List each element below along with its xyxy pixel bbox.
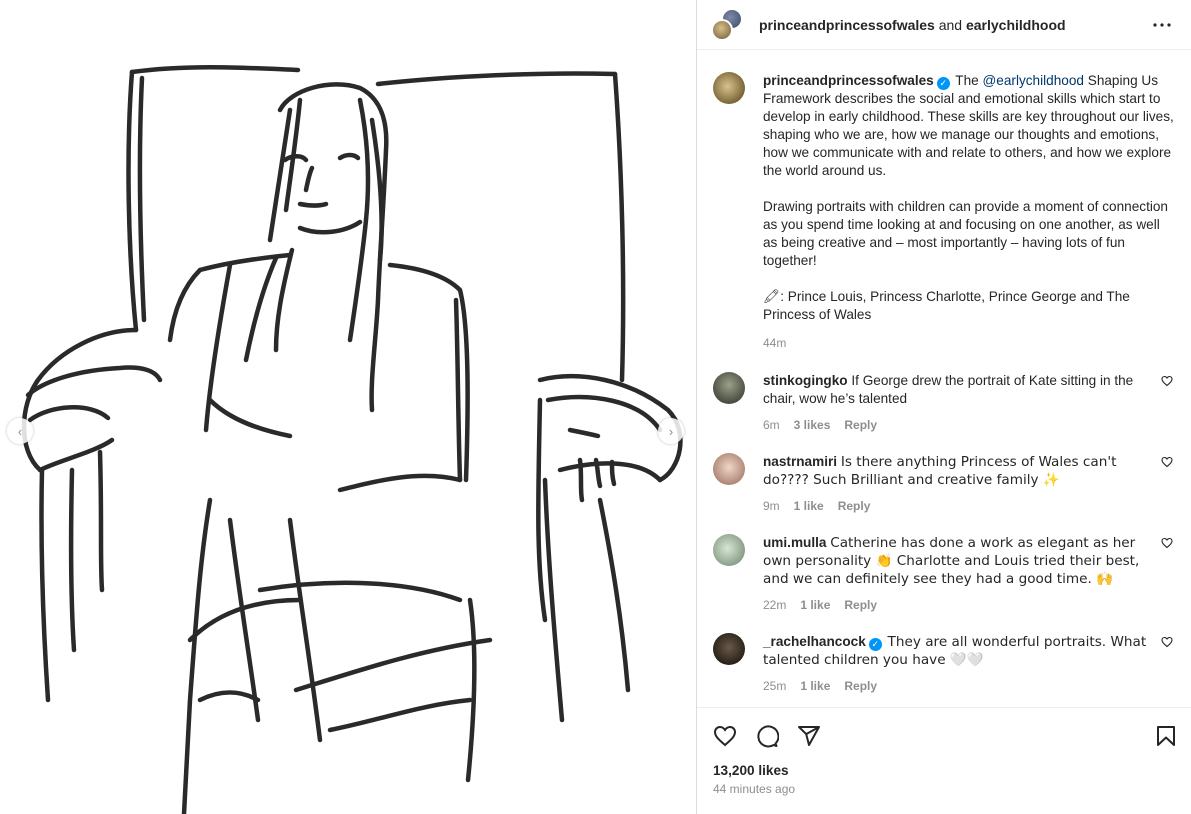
heart-icon [1161, 375, 1173, 387]
avatar[interactable] [713, 633, 745, 665]
chevron-right-icon: › [668, 423, 674, 439]
caption-paragraph-1: Shaping Us Framework describes the socia… [763, 73, 1174, 178]
comment-username[interactable]: umi.mulla [763, 535, 826, 550]
comment-time[interactable]: 9m [763, 497, 780, 515]
more-options-button[interactable] [1149, 12, 1175, 38]
comments-scroll-area[interactable]: princeandprincessofwales ✓ The @earlychil… [697, 50, 1191, 707]
verified-badge-icon: ✓ [936, 77, 950, 90]
reply-button[interactable]: Reply [838, 497, 871, 515]
comment-time[interactable]: 6m [763, 416, 780, 434]
post-media: ‹ › [0, 0, 696, 814]
avatar[interactable] [713, 372, 745, 404]
caption-paragraph-2: Drawing portraits with children can prov… [763, 199, 1168, 268]
avatar [711, 18, 733, 41]
caption-lead: The [955, 73, 979, 88]
comment-item: _rachelhancock ✓ They are all wonderful p… [713, 633, 1175, 695]
comment-time[interactable]: 25m [763, 677, 786, 695]
comment-like-button[interactable] [1161, 633, 1175, 695]
comment-likes[interactable]: 1 like [794, 497, 824, 515]
avatar[interactable] [713, 534, 745, 566]
chevron-left-icon: ‹ [17, 423, 23, 439]
portrait-sketch-image [21, 64, 683, 814]
comment-likes[interactable]: 1 like [800, 596, 830, 614]
joiner-text: and [938, 16, 963, 33]
like-button[interactable] [712, 723, 738, 749]
avatar[interactable] [713, 72, 745, 104]
caption-username[interactable]: princeandprincessofwales [763, 73, 934, 88]
comment-item: umi.mulla Catherine has done a work as e… [713, 534, 1175, 614]
save-button[interactable] [1153, 723, 1179, 749]
comment-username[interactable]: _rachelhancock [763, 634, 866, 649]
comment-button[interactable] [754, 723, 780, 749]
post-caption: princeandprincessofwales ✓ The @earlychil… [713, 72, 1175, 352]
comment-item: nastrnamiri Is there anything Princess o… [713, 453, 1175, 515]
comment-like-button[interactable] [1161, 534, 1175, 614]
post-header: princeandprincessofwales and earlychildh… [697, 0, 1191, 50]
comment-username[interactable]: nastrnamiri [763, 454, 837, 469]
share-button[interactable] [796, 723, 822, 749]
heart-icon [1161, 537, 1173, 549]
more-horizontal-icon [1153, 22, 1171, 27]
comment-like-button[interactable] [1161, 372, 1175, 434]
reply-button[interactable]: Reply [844, 596, 877, 614]
comment-item: stinkogingko If George drew the portrait… [713, 372, 1175, 434]
verified-badge-icon: ✓ [868, 638, 882, 651]
bookmark-icon [1157, 725, 1175, 746]
comment-icon [757, 724, 779, 747]
likes-count[interactable]: 13,200 likes [697, 763, 1191, 778]
comment-time[interactable]: 22m [763, 596, 786, 614]
mention-link[interactable]: @earlychildhood [983, 73, 1084, 88]
previous-slide-button[interactable]: ‹ [7, 418, 33, 444]
post-actions-bar [697, 707, 1191, 763]
account-link[interactable]: earlychildhood [966, 17, 1066, 33]
reply-button[interactable]: Reply [844, 677, 877, 695]
collab-avatars[interactable] [711, 7, 745, 42]
heart-icon [713, 725, 737, 746]
post-panel: princeandprincessofwales and earlychildh… [696, 0, 1191, 814]
comment-like-button[interactable] [1161, 453, 1175, 515]
caption-paragraph-3: 🖍: Prince Louis, Princess Charlotte, Pri… [763, 289, 1130, 322]
avatar[interactable] [713, 453, 745, 485]
next-slide-button[interactable]: › [658, 418, 684, 444]
post-dialog: ‹ › princeandprincessofwales and earlych… [0, 0, 1191, 814]
comment-username[interactable]: stinkogingko [763, 373, 848, 388]
comment-likes[interactable]: 1 like [800, 677, 830, 695]
heart-icon [1161, 636, 1173, 648]
heart-icon [1161, 456, 1173, 468]
caption-time[interactable]: 44m [763, 334, 1175, 352]
account-link[interactable]: princeandprincessofwales [759, 17, 935, 33]
paper-plane-icon [798, 725, 820, 746]
post-timestamp[interactable]: 44 minutes ago [697, 778, 1191, 814]
collab-title: princeandprincessofwales and earlychildh… [759, 17, 1149, 33]
reply-button[interactable]: Reply [844, 416, 877, 434]
comment-likes[interactable]: 3 likes [794, 416, 831, 434]
